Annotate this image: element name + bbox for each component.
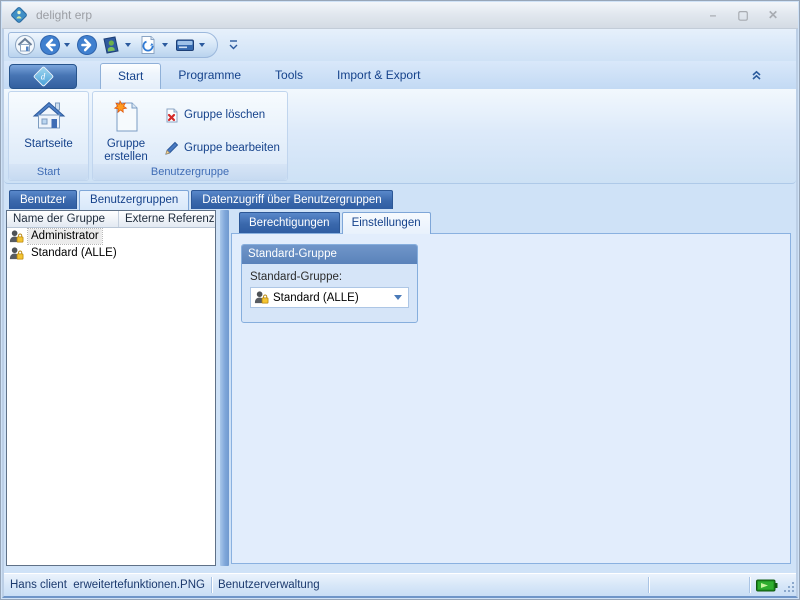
group-list-header: Name der Gruppe Externe Referenz xyxy=(7,211,215,228)
quick-access-toolbar-row xyxy=(4,29,796,61)
ribbon-group-start: Startseite Start xyxy=(8,91,89,181)
resize-grip-icon[interactable] xyxy=(782,579,796,595)
status-module-name: Benutzerverwaltung xyxy=(218,579,320,591)
groupbox-body: Standard-Gruppe: Standard (ALLE) xyxy=(242,264,417,308)
new-group-icon xyxy=(110,99,142,133)
application-menu-button[interactable]: d xyxy=(9,64,77,89)
tab-benutzer[interactable]: Benutzer xyxy=(9,190,77,209)
collapse-ribbon-button[interactable] xyxy=(750,69,764,83)
document-dropdown-caret-icon[interactable] xyxy=(162,43,168,47)
list-item-label: Standard (ALLE) xyxy=(28,246,120,261)
user-group-icon xyxy=(9,246,24,261)
ribbon-tabs: Start Programme Tools Import & Export xyxy=(100,63,437,89)
app-logo-icon xyxy=(10,6,28,24)
edit-group-icon xyxy=(163,140,180,157)
content-area: Name der Gruppe Externe Referenz Adminis… xyxy=(4,210,796,568)
startpage-house-icon xyxy=(31,99,67,133)
group-list-panel: Name der Gruppe Externe Referenz Adminis… xyxy=(6,210,216,566)
ribbon-tab-tools[interactable]: Tools xyxy=(258,63,320,89)
tab-datenzugriff[interactable]: Datenzugriff über Benutzergruppen xyxy=(191,190,392,209)
column-header-name[interactable]: Name der Gruppe xyxy=(7,211,119,227)
tab-benutzergruppen[interactable]: Benutzergruppen xyxy=(79,190,189,210)
ribbon-group-caption-start: Start xyxy=(9,164,88,180)
gruppe-erstellen-button[interactable]: Gruppe erstellen xyxy=(95,92,157,164)
status-document-name: Hans client erweitertefunktionen.PNG xyxy=(2,579,205,591)
view-tabs: Benutzer Benutzergruppen Datenzugriff üb… xyxy=(9,190,393,210)
minimize-button[interactable]: – xyxy=(704,8,722,22)
ribbon-group-benutzergruppe: Gruppe erstellen Gruppe löschen Gruppe b… xyxy=(92,91,288,181)
app-diamond-icon: d xyxy=(32,66,53,87)
combobox-dropdown-arrow-icon[interactable] xyxy=(394,295,402,300)
list-item-standard-alle[interactable]: Standard (ALLE) xyxy=(7,245,215,262)
maximize-button[interactable]: ▢ xyxy=(734,8,752,22)
startseite-button[interactable]: Startseite xyxy=(9,92,88,151)
column-header-externe-referenz[interactable]: Externe Referenz xyxy=(119,211,215,227)
gruppe-bearbeiten-label: Gruppe bearbeiten xyxy=(184,142,280,154)
forward-button[interactable] xyxy=(75,33,99,57)
user-group-icon xyxy=(254,290,269,305)
combobox-value: Standard (ALLE) xyxy=(273,292,359,304)
back-icon xyxy=(39,34,61,56)
tab-einstellungen[interactable]: Einstellungen xyxy=(342,212,431,234)
user-group-icon xyxy=(9,229,24,244)
card-dropdown-caret-icon[interactable] xyxy=(199,43,205,47)
card-button[interactable] xyxy=(173,33,197,57)
document-preview-button[interactable] xyxy=(136,33,160,57)
chevrons-up-icon xyxy=(750,69,763,82)
detail-tabs: Berechtigungen Einstellungen xyxy=(239,212,431,234)
status-separator xyxy=(749,577,750,593)
card-icon xyxy=(174,34,196,56)
standard-gruppe-field-label: Standard-Gruppe: xyxy=(250,271,409,283)
quick-access-toolbar xyxy=(8,32,218,58)
toolbar-overflow-icon xyxy=(229,39,238,51)
window-title: delight erp xyxy=(36,8,92,22)
list-item-label: Administrator xyxy=(28,229,102,244)
app-window: delight erp – ▢ ✕ xyxy=(0,0,800,600)
status-separator xyxy=(211,577,212,593)
panel-splitter[interactable] xyxy=(220,210,229,566)
close-button[interactable]: ✕ xyxy=(764,8,782,22)
document-preview-icon xyxy=(137,34,159,56)
ribbon-tab-row: d Start Programme Tools Import & Export xyxy=(4,61,796,89)
einstellungen-tab-page: Standard-Gruppe Standard-Gruppe: Standar… xyxy=(231,233,791,564)
statusbar: Hans client erweitertefunktionen.PNG Ben… xyxy=(2,573,798,596)
gruppe-loeschen-button[interactable]: Gruppe löschen xyxy=(163,105,265,125)
gruppe-loeschen-label: Gruppe löschen xyxy=(184,109,265,121)
back-button[interactable] xyxy=(38,33,62,57)
standard-gruppe-groupbox: Standard-Gruppe Standard-Gruppe: Standar… xyxy=(241,244,418,323)
home-icon xyxy=(14,34,36,56)
ribbon-tab-programme[interactable]: Programme xyxy=(161,63,258,89)
status-separator xyxy=(648,577,649,593)
delete-group-icon xyxy=(163,107,180,124)
forward-icon xyxy=(76,34,98,56)
back-dropdown-caret-icon[interactable] xyxy=(64,43,70,47)
ribbon-tab-start[interactable]: Start xyxy=(100,63,161,89)
gruppe-erstellen-label: Gruppe erstellen xyxy=(96,138,156,164)
tab-berechtigungen[interactable]: Berechtigungen xyxy=(239,212,340,233)
detail-panel: Berechtigungen Einstellungen Standard-Gr… xyxy=(231,210,791,566)
home-button[interactable] xyxy=(13,33,37,57)
ribbon-tab-import-export[interactable]: Import & Export xyxy=(320,63,437,89)
ribbon-group-caption-benutzergruppe: Benutzergruppe xyxy=(93,164,287,180)
ribbon-panel: Startseite Start Gruppe erstellen Grup xyxy=(4,89,796,184)
groupbox-title: Standard-Gruppe xyxy=(242,245,417,264)
gruppe-bearbeiten-button[interactable]: Gruppe bearbeiten xyxy=(163,138,280,158)
battery-indicator-icon xyxy=(756,579,778,592)
startseite-label: Startseite xyxy=(24,138,73,151)
window-controls: – ▢ ✕ xyxy=(704,8,790,22)
standard-gruppe-combobox[interactable]: Standard (ALLE) xyxy=(250,287,409,308)
contacts-dropdown-caret-icon[interactable] xyxy=(125,43,131,47)
titlebar: delight erp – ▢ ✕ xyxy=(2,2,798,29)
contacts-icon xyxy=(100,34,122,56)
contacts-button[interactable] xyxy=(99,33,123,57)
list-item-administrator[interactable]: Administrator xyxy=(7,228,215,245)
toolbar-overflow-button[interactable] xyxy=(226,35,240,55)
